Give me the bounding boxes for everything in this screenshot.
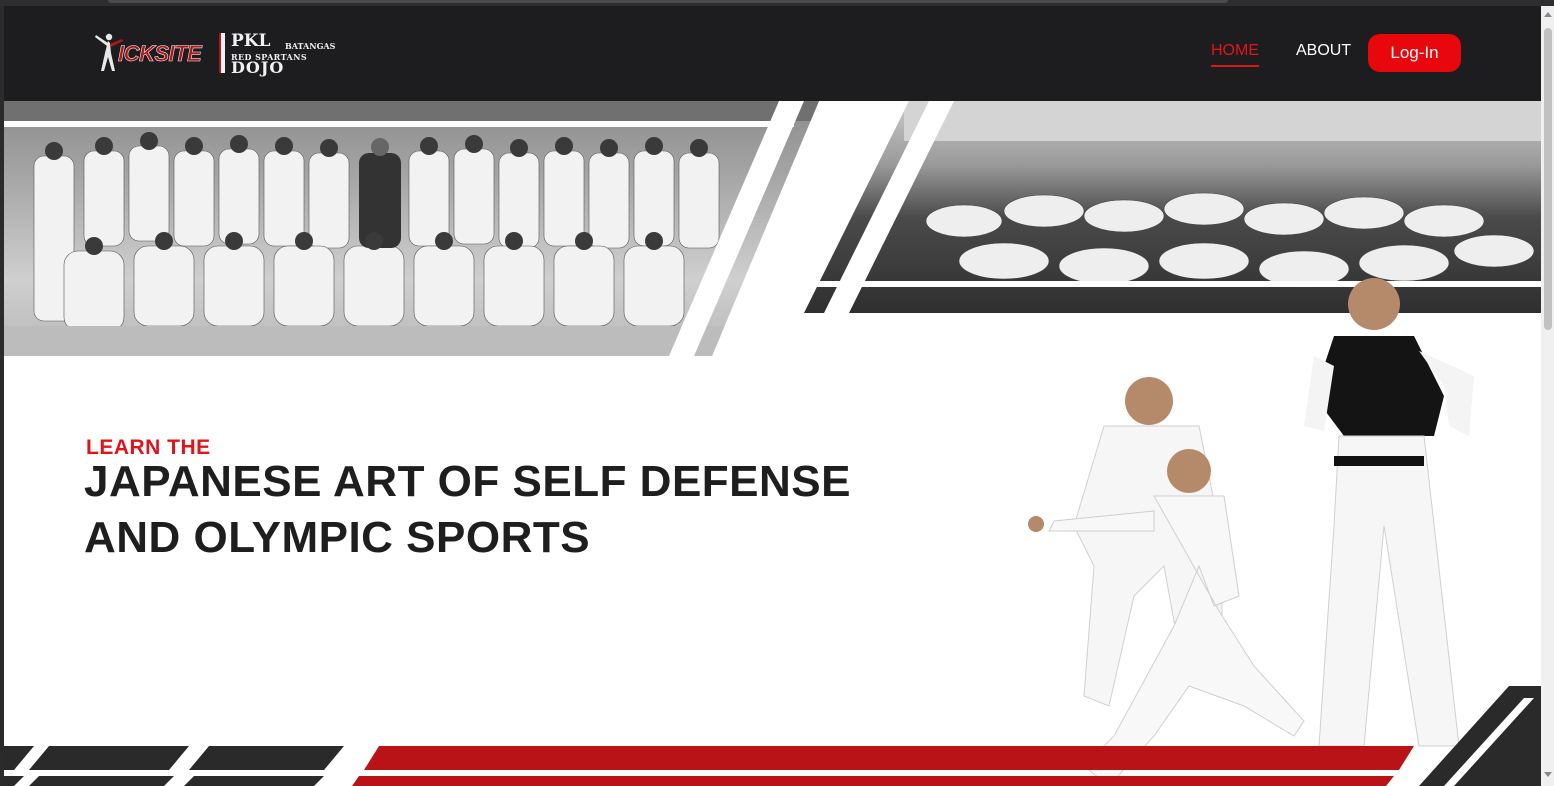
browser-tab-strip [108, 0, 1228, 3]
corner-stripe-decor [1419, 686, 1541, 786]
page-viewport: ICKSITE PKL BATANGAS RED SPARTANS DOJO H… [4, 6, 1541, 786]
logo-pkl: PKL [231, 31, 271, 51]
logo-dojo: DOJO [231, 58, 285, 77]
login-button[interactable]: Log-In [1368, 34, 1461, 72]
navbar: ICKSITE PKL BATANGAS RED SPARTANS DOJO H… [4, 6, 1541, 101]
bottom-stripe-decor [4, 746, 1414, 786]
scroll-down-icon[interactable] [1544, 772, 1552, 777]
logo-divider [219, 33, 225, 73]
nav-about-link[interactable]: ABOUT [1296, 42, 1351, 60]
hero-title-line2: AND OLYMPIC SPORTS [84, 513, 591, 562]
logo-wordmark: ICKSITE [118, 41, 202, 67]
nav-home-link[interactable]: HOME [1211, 42, 1259, 67]
scroll-up-icon[interactable] [1544, 12, 1552, 17]
page-scrollbar[interactable] [1541, 6, 1554, 786]
scroll-thumb[interactable] [1544, 28, 1552, 330]
site-logo[interactable]: ICKSITE PKL BATANGAS RED SPARTANS DOJO [92, 31, 342, 77]
logo-batangas: BATANGAS [285, 41, 336, 51]
hero-title: JAPANESE ART OF SELF DEFENSE AND OLYMPIC… [84, 454, 884, 566]
hero-title-line1: JAPANESE ART OF SELF DEFENSE [84, 457, 851, 506]
